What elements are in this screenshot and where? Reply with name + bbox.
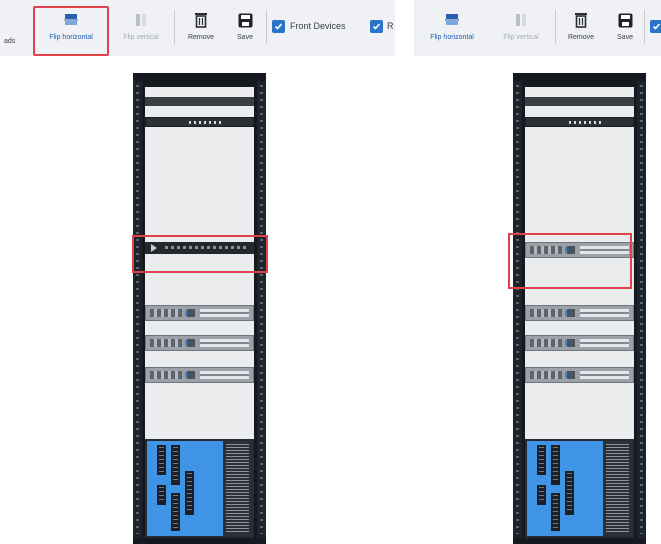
panel-divider xyxy=(395,0,414,544)
rear-devices-label: R xyxy=(387,21,394,31)
flip-vertical-label: Flip vertical xyxy=(503,34,539,41)
storage-array[interactable] xyxy=(145,439,254,538)
save-label: Save xyxy=(237,34,253,41)
rear-devices-checkbox[interactable] xyxy=(370,20,383,33)
rack-view-panel-right: Flip horizontal Flip vertical Remove Sav… xyxy=(414,0,661,544)
rack-shelf[interactable] xyxy=(145,97,254,106)
flip-vertical-icon xyxy=(133,12,149,28)
rack-rail-right xyxy=(257,81,266,538)
remove-label: Remove xyxy=(187,34,215,41)
save-icon xyxy=(617,12,633,28)
toolbar-left: ads Flip horizontal Flip vertical Remove xyxy=(0,0,395,56)
patch-panel[interactable] xyxy=(525,117,634,127)
grey-2u-server[interactable] xyxy=(525,367,634,383)
front-devices-label: Front Devices xyxy=(290,21,346,31)
rack-rail-right xyxy=(637,81,646,538)
flip-horizontal-label: Flip horizontal xyxy=(430,34,474,41)
rack-rail-left xyxy=(513,81,522,538)
rack-frame xyxy=(133,73,266,544)
rack-frame xyxy=(513,73,646,544)
rack-interior xyxy=(145,87,254,538)
toolbar-stub-label: ads xyxy=(4,38,16,45)
trash-icon xyxy=(193,12,209,28)
rack-view-panel-left: ads Flip horizontal Flip vertical Remove xyxy=(0,0,395,544)
flip-horizontal-button[interactable]: Flip horizontal xyxy=(418,4,486,52)
device-selection-highlight xyxy=(132,235,268,273)
toolbar-right: Flip horizontal Flip vertical Remove Sav… xyxy=(414,0,661,56)
save-icon xyxy=(237,12,253,28)
rack-shelf[interactable] xyxy=(525,97,634,106)
save-button[interactable]: Save xyxy=(610,4,640,52)
flip-vertical-button[interactable]: Flip vertical xyxy=(496,4,546,52)
grey-2u-server[interactable] xyxy=(145,367,254,383)
flip-vertical-icon xyxy=(513,12,529,28)
front-devices-checkbox[interactable] xyxy=(272,20,285,33)
rack-interior xyxy=(525,87,634,538)
flip-horizontal-highlight xyxy=(33,6,109,56)
remove-label: Remove xyxy=(567,34,595,41)
flip-vertical-button[interactable]: Flip vertical xyxy=(116,4,166,52)
toolbar-separator xyxy=(555,10,556,44)
patch-panel[interactable] xyxy=(145,117,254,127)
remove-button[interactable]: Remove xyxy=(560,4,602,52)
toolbar-separator xyxy=(644,10,645,44)
trash-icon xyxy=(573,12,589,28)
grey-2u-server[interactable] xyxy=(145,335,254,351)
grey-2u-server[interactable] xyxy=(145,305,254,321)
grey-2u-server[interactable] xyxy=(525,305,634,321)
toolbar-separator xyxy=(174,10,175,44)
flip-horizontal-icon xyxy=(444,12,460,28)
save-button[interactable]: Save xyxy=(228,4,262,52)
storage-array[interactable] xyxy=(525,439,634,538)
remove-button[interactable]: Remove xyxy=(180,4,222,52)
front-devices-checkbox[interactable] xyxy=(650,20,661,33)
rack-rail-left xyxy=(133,81,142,538)
device-selection-highlight xyxy=(508,233,632,289)
save-label: Save xyxy=(617,34,633,41)
flip-vertical-label: Flip vertical xyxy=(123,34,159,41)
toolbar-separator xyxy=(266,10,267,44)
grey-2u-server[interactable] xyxy=(525,335,634,351)
